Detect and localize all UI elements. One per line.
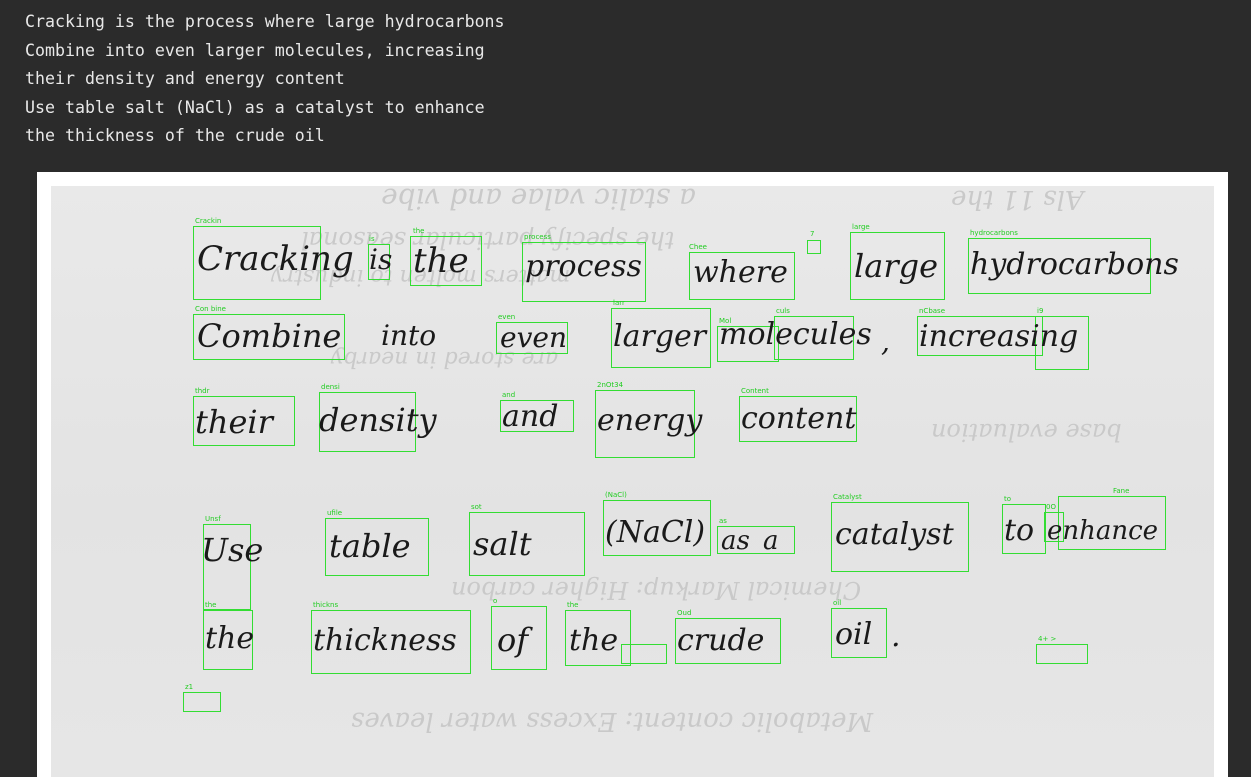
handwritten-word: Use <box>201 531 264 569</box>
detection-label: Con bine <box>195 305 226 313</box>
handwritten-word: into <box>381 319 437 352</box>
handwritten-word: catalyst <box>835 517 954 552</box>
handwritten-word: even <box>500 321 567 354</box>
detection-label: 7 <box>810 230 815 238</box>
handwriting-photo: a stalic valae and vibe Als 11 the the s… <box>51 186 1214 777</box>
detection-box <box>621 644 667 664</box>
handwritten-word: crude <box>677 623 765 658</box>
handwritten-word: , <box>881 325 890 358</box>
handwritten-word: (NaCl) <box>605 515 706 550</box>
bleed-through-text: Chemical Markup: Higher carbon <box>451 576 862 604</box>
detection-label: the <box>567 601 579 609</box>
detection-label: nCbase <box>919 307 946 315</box>
detection-label: the <box>205 601 217 609</box>
output-line: the thickness of the crude oil <box>25 126 325 146</box>
handwritten-word: enhance <box>1047 516 1159 546</box>
handwritten-word: and <box>502 399 559 434</box>
detection-box <box>183 692 221 712</box>
output-image-frame: a stalic valae and vibe Als 11 the the s… <box>37 172 1228 777</box>
handwritten-word: is <box>369 243 393 276</box>
handwritten-word: salt <box>473 525 532 563</box>
handwritten-word: Cracking <box>197 239 354 279</box>
output-line: their density and energy content <box>25 69 345 89</box>
detection-label: densi <box>321 383 340 391</box>
detection-label: oil <box>833 599 842 607</box>
detection-label: sot <box>471 503 482 511</box>
handwritten-word: as <box>721 526 750 556</box>
detection-label: Chee <box>689 243 707 251</box>
handwritten-word: to <box>1004 513 1035 548</box>
detection-label: 2nOt34 <box>597 381 624 389</box>
handwritten-word: . <box>891 619 901 654</box>
detection-label: 0O <box>1046 503 1056 511</box>
detection-label: thdr <box>195 387 210 395</box>
detection-label: large <box>852 223 870 231</box>
detection-label: process <box>524 233 551 241</box>
bleed-through-text: Metabolic content: Excess water leaves <box>351 706 874 736</box>
handwritten-word: the <box>569 623 619 658</box>
handwritten-word: of <box>497 621 529 659</box>
detection-label: to <box>1004 495 1012 503</box>
detection-label: is <box>369 235 375 243</box>
handwritten-word: thickness <box>313 623 457 658</box>
detection-box <box>1036 644 1088 664</box>
bleed-through-text: base evaluation <box>931 418 1122 446</box>
detection-label: Unsf <box>205 515 221 523</box>
handwritten-word: molecules <box>719 317 872 352</box>
detection-box <box>807 240 821 254</box>
handwritten-word: Combine <box>197 317 342 355</box>
handwritten-word: content <box>741 401 857 436</box>
handwritten-word: density <box>319 401 437 439</box>
detection-label: larr <box>613 299 625 307</box>
handwritten-word: the <box>413 241 469 281</box>
detection-label: Content <box>741 387 769 395</box>
bleed-through-text: Als 11 the <box>951 186 1084 214</box>
output-text: Cracking is the process where large hydr… <box>25 8 505 151</box>
detection-label: i9 <box>1037 307 1044 315</box>
bleed-through-text: a stalic valae and vibe <box>381 186 696 215</box>
detection-label: and <box>502 391 516 399</box>
detection-label: ufile <box>327 509 343 517</box>
detection-label: culs <box>776 307 790 315</box>
handwritten-word: oil <box>835 617 873 652</box>
detection-label: o <box>493 597 498 605</box>
handwritten-word: energy <box>597 403 703 438</box>
handwritten-word: process <box>525 249 642 284</box>
notebook-output-cell: Cracking is the process where large hydr… <box>0 0 1251 777</box>
handwritten-word: table <box>329 527 411 565</box>
detection-label: as <box>719 517 727 525</box>
detection-label: z1 <box>185 683 194 691</box>
output-line: Use table salt (NaCl) as a catalyst to e… <box>25 97 485 117</box>
detection-label: Catalyst <box>833 493 862 501</box>
handwritten-word: the <box>205 621 255 656</box>
output-line: Cracking is the process where large hydr… <box>25 12 505 31</box>
detection-label: 4+ > <box>1038 635 1057 643</box>
handwritten-word: larger <box>613 319 707 354</box>
handwritten-word: a <box>763 526 779 556</box>
output-line: Combine into even larger molecules, incr… <box>25 40 485 60</box>
detection-label: Crackin <box>195 217 222 225</box>
detection-label: the <box>413 227 425 235</box>
detection-label: even <box>498 313 516 321</box>
detection-label: Oud <box>677 609 692 617</box>
handwritten-word: large <box>854 247 939 285</box>
handwritten-word: increasing <box>919 319 1079 354</box>
handwritten-word: their <box>195 403 273 441</box>
handwritten-word: where <box>693 255 788 290</box>
detection-label: Fane <box>1113 487 1130 495</box>
detection-label: (NaCl) <box>605 491 627 499</box>
handwritten-word: hydrocarbons <box>970 247 1179 282</box>
detection-label: hydrocarbons <box>970 229 1018 237</box>
detection-label: thickns <box>313 601 339 609</box>
